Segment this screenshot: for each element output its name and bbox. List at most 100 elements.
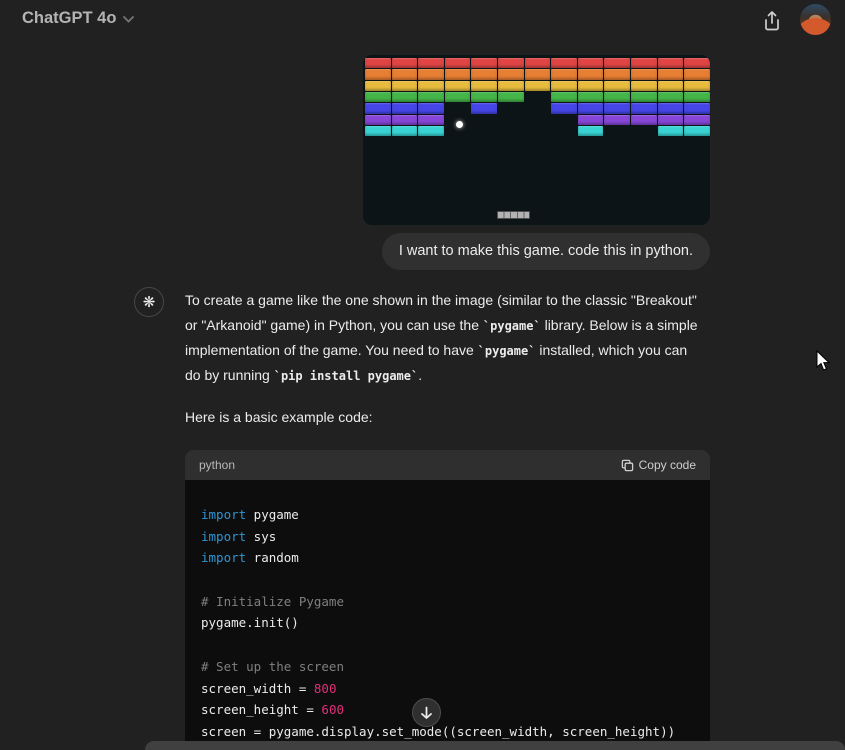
brick-red [445, 58, 471, 68]
brick-cyan [578, 126, 604, 136]
brick-yellow [471, 81, 497, 91]
brick-orange [418, 69, 444, 79]
chevron-down-icon [123, 16, 134, 23]
copy-icon [621, 459, 634, 472]
brick-orange [578, 69, 604, 79]
game-paddle [497, 211, 530, 219]
paragraph-line: implementation of the game. You need to … [185, 338, 725, 363]
message-composer[interactable] [145, 741, 845, 750]
brick-blue [658, 103, 684, 113]
code-block: python Copy code import pygameimport sys… [185, 450, 710, 750]
code-line: # Initialize Pygame [201, 591, 694, 613]
brick-blue [684, 103, 710, 113]
brick-cyan [392, 126, 418, 136]
brick-yellow [392, 81, 418, 91]
inline-code: `pygame` [478, 344, 536, 358]
share-button[interactable] [759, 8, 785, 34]
brick-yellow [578, 81, 604, 91]
brick-orange [365, 69, 391, 79]
brick-blue [604, 103, 630, 113]
brick-purple [684, 115, 710, 125]
brick-yellow [365, 81, 391, 91]
scroll-to-bottom-button[interactable] [412, 698, 441, 727]
brick-orange [658, 69, 684, 79]
brick-blue [631, 103, 657, 113]
brick-orange [498, 69, 524, 79]
brick-blue [365, 103, 391, 113]
code-language-label: python [199, 458, 235, 472]
arrow-down-icon [420, 706, 433, 720]
brick-green [604, 92, 630, 102]
brick-red [578, 58, 604, 68]
code-line: screen = pygame.display.set_mode((screen… [201, 721, 694, 743]
brick-green [658, 92, 684, 102]
brick-blue [471, 103, 497, 113]
brick-yellow [604, 81, 630, 91]
brick-green [551, 92, 577, 102]
avatar[interactable] [800, 4, 831, 35]
user-message-text: I want to make this game. code this in p… [399, 243, 693, 259]
brick-cyan [658, 126, 684, 136]
brick-green [418, 92, 444, 102]
brick-orange [551, 69, 577, 79]
brick-red [525, 58, 551, 68]
chatgpt-window: ChatGPT 4o I want to make this game. cod… [0, 0, 845, 750]
brick-red [392, 58, 418, 68]
brick-green [392, 92, 418, 102]
code-line [201, 569, 694, 591]
brick-cyan [684, 126, 710, 136]
paragraph-line: To create a game like the one shown in t… [185, 288, 725, 313]
brick-blue [551, 103, 577, 113]
brick-yellow [445, 81, 471, 91]
openai-logo-icon: ❋ [143, 293, 156, 311]
paragraph-line: or "Arkanoid" game) in Python, you can u… [185, 313, 725, 338]
brick-red [658, 58, 684, 68]
brick-red [418, 58, 444, 68]
brick-purple [631, 115, 657, 125]
brick-orange [525, 69, 551, 79]
copy-code-button[interactable]: Copy code [621, 458, 696, 472]
assistant-paragraph: Here is a basic example code: [185, 405, 725, 430]
user-message-bubble: I want to make this game. code this in p… [382, 233, 710, 270]
brick-red [684, 58, 710, 68]
code-line: pygame.init() [201, 612, 694, 634]
brick-blue [392, 103, 418, 113]
brick-orange [445, 69, 471, 79]
brick-green [471, 92, 497, 102]
brick-green [445, 92, 471, 102]
code-line: import sys [201, 526, 694, 548]
brick-yellow [631, 81, 657, 91]
brick-orange [392, 69, 418, 79]
uploaded-game-image[interactable] [363, 55, 710, 225]
copy-code-label: Copy code [639, 458, 696, 472]
brick-orange [684, 69, 710, 79]
brick-yellow [525, 81, 551, 91]
code-line: import pygame [201, 504, 694, 526]
brick-yellow [658, 81, 684, 91]
brick-purple [604, 115, 630, 125]
brick-green [684, 92, 710, 102]
model-selector[interactable]: ChatGPT 4o [22, 9, 134, 28]
brick-blue [578, 103, 604, 113]
brick-yellow [551, 81, 577, 91]
brick-red [365, 58, 391, 68]
code-line: import random [201, 547, 694, 569]
brick-cyan [418, 126, 444, 136]
brick-green [631, 92, 657, 102]
code-line [201, 634, 694, 656]
brick-orange [604, 69, 630, 79]
brick-green [498, 92, 524, 102]
brick-red [604, 58, 630, 68]
code-line: screen_height = 600 [201, 699, 694, 721]
code-block-header: python Copy code [185, 450, 710, 480]
assistant-paragraph: To create a game like the one shown in t… [185, 288, 725, 388]
code-line: screen_width = 800 [201, 678, 694, 700]
brick-orange [471, 69, 497, 79]
brick-green [578, 92, 604, 102]
app-title: ChatGPT 4o [22, 9, 116, 28]
brick-yellow [498, 81, 524, 91]
brick-red [631, 58, 657, 68]
code-content: import pygameimport sysimport random # I… [185, 480, 710, 750]
brick-blue [418, 103, 444, 113]
paragraph-line: do by running `pip install pygame`. [185, 363, 725, 388]
